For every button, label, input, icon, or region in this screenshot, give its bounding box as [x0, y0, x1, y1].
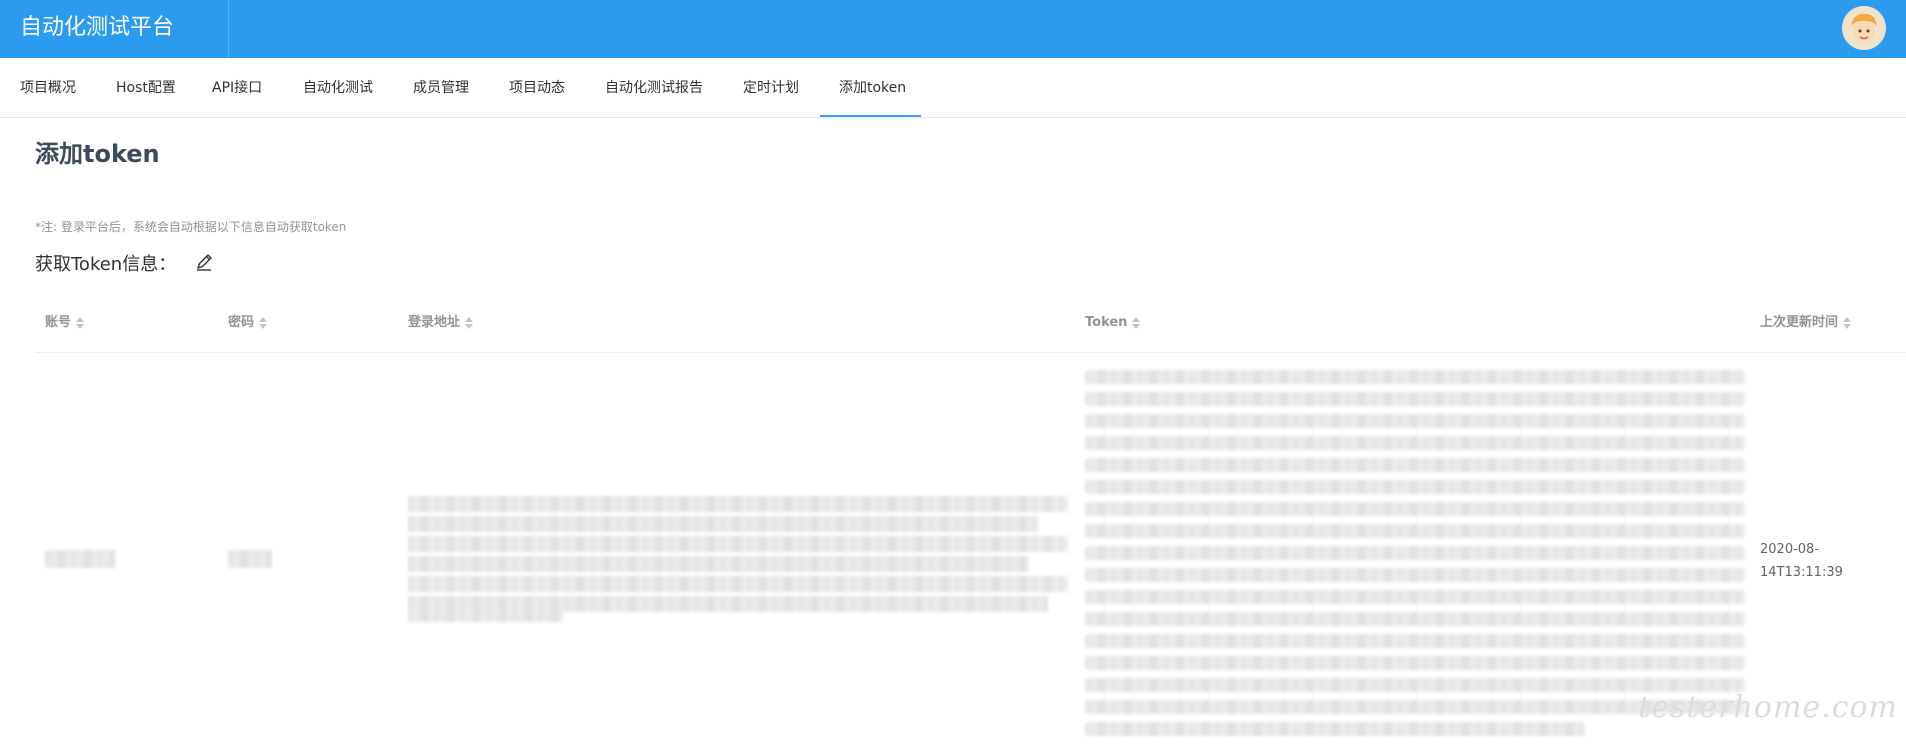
page-title: 添加token [35, 140, 160, 168]
tab-project-overview[interactable]: 项目概况 [20, 58, 76, 118]
account-cell-redacted [45, 550, 115, 568]
tab-members[interactable]: 成员管理 [413, 58, 469, 118]
section-title: 获取Token信息： [35, 254, 177, 275]
user-avatar[interactable] [1842, 6, 1886, 50]
tab-host-config[interactable]: Host配置 [116, 58, 176, 118]
edit-icon[interactable] [193, 251, 215, 273]
password-cell-redacted [228, 550, 272, 568]
tab-test-report[interactable]: 自动化测试报告 [605, 58, 703, 118]
column-header-account[interactable]: 账号 [45, 300, 85, 353]
avatar-icon [1842, 6, 1886, 50]
tab-scheduled-plan[interactable]: 定时计划 [743, 58, 799, 118]
table-header-divider [35, 352, 1906, 353]
sort-icon[interactable] [1842, 316, 1852, 330]
token-table: 账号 密码 登录地址 Token 上次更新时间 2020-08-14T13:11… [35, 300, 1906, 755]
app-title: 自动化测试平台 [0, 0, 229, 58]
active-tab-indicator [820, 115, 921, 117]
sort-icon[interactable] [75, 316, 85, 330]
sort-icon[interactable] [258, 316, 268, 330]
column-header-login-url[interactable]: 登录地址 [408, 300, 474, 353]
tab-add-token[interactable]: 添加token [839, 58, 906, 118]
top-header: 自动化测试平台 [0, 0, 1906, 58]
column-header-token[interactable]: Token [1085, 300, 1141, 353]
column-header-password[interactable]: 密码 [228, 300, 268, 353]
watermark: testerhome.com [1638, 690, 1898, 725]
column-header-updated-at[interactable]: 上次更新时间 [1760, 300, 1852, 353]
tab-project-activity[interactable]: 项目动态 [509, 58, 565, 118]
sort-icon[interactable] [464, 316, 474, 330]
info-note: *注: 登录平台后，系统会自动根据以下信息自动获取token [35, 220, 347, 234]
updated-at-cell: 2020-08-14T13:11:39 [1760, 542, 1843, 580]
tab-api[interactable]: API接口 [212, 58, 262, 118]
sort-icon[interactable] [1131, 316, 1141, 330]
project-tabs: 项目概况 Host配置 API接口 自动化测试 成员管理 项目动态 自动化测试报… [0, 58, 1906, 118]
tab-auto-test[interactable]: 自动化测试 [303, 58, 373, 118]
